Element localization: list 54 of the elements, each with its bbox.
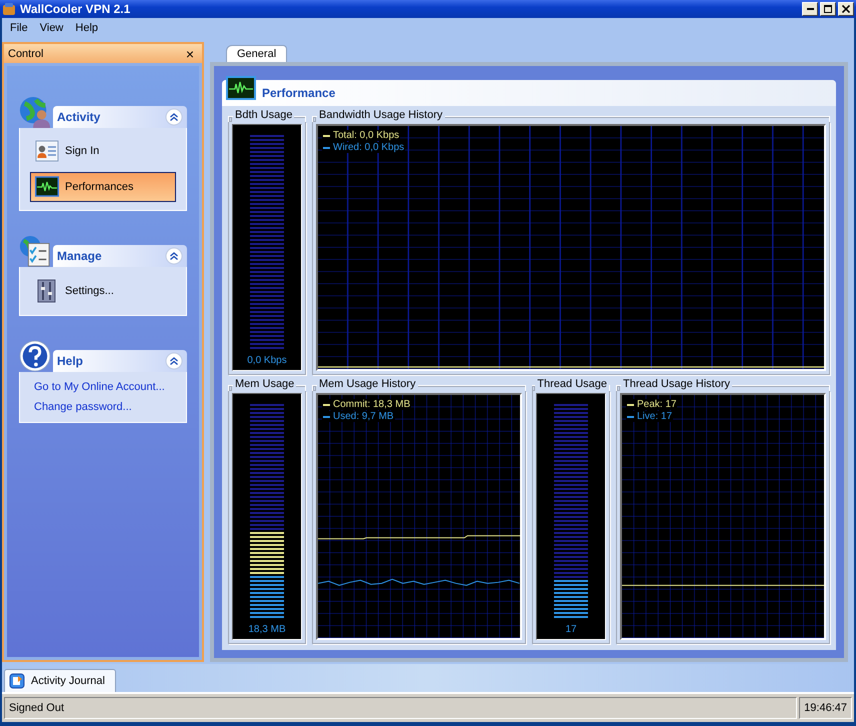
group-box-title: Bandwidth Usage History: [318, 109, 444, 121]
group-header[interactable]: Manage: [53, 245, 187, 267]
group-header[interactable]: Activity: [53, 106, 187, 128]
tab[interactable]: Activity Journal: [4, 669, 116, 692]
window-title: WallCooler VPN 2.1: [20, 2, 132, 16]
app-icon: [2, 2, 16, 16]
minimize-button[interactable]: [802, 2, 818, 16]
close-button[interactable]: [838, 2, 854, 16]
legend-label: Used: 9,7 MB: [333, 411, 394, 422]
menu-item[interactable]: File: [4, 20, 34, 36]
legend-label: Wired: 0,0 Kbps: [333, 142, 404, 153]
group-box-title: Mem Usage History: [318, 378, 417, 390]
journal-icon: [9, 673, 25, 689]
legend-label: Total: 0,0 Kbps: [333, 130, 400, 141]
collapse-icon[interactable]: [165, 108, 183, 126]
panel-title: Control: [8, 48, 44, 60]
group-title: Help: [57, 354, 84, 368]
task-label: Performances: [65, 181, 134, 193]
group-box-title: Thread Usage History: [622, 378, 731, 390]
performance-monitor-icon: [35, 176, 59, 198]
tab[interactable]: General: [226, 45, 288, 62]
menu-item[interactable]: Help: [69, 20, 104, 36]
legend-label: Live: 17: [637, 411, 672, 422]
task-label: Settings...: [65, 285, 114, 297]
group-header[interactable]: Help: [53, 350, 187, 372]
link[interactable]: Change password...: [30, 400, 136, 414]
maximize-icon: [824, 5, 832, 13]
legend-label: Commit: 18,3 MB: [333, 399, 410, 410]
globe-person-icon: [19, 96, 51, 128]
minimize-icon: [806, 8, 814, 10]
maximize-button[interactable]: [820, 2, 836, 16]
task-item[interactable]: Performances: [30, 172, 176, 202]
meter-reading: 0,0 Kbps: [247, 355, 287, 366]
meter-reading: 17: [565, 624, 577, 635]
collapse-icon[interactable]: [165, 247, 183, 265]
group-box-title: Mem Usage: [234, 378, 296, 390]
group-box-title: Bdth Usage: [234, 109, 294, 121]
menu-item[interactable]: View: [34, 20, 70, 36]
collapse-icon[interactable]: [165, 352, 183, 370]
performance-monitor-icon: [226, 76, 256, 100]
group-title: Activity: [57, 110, 102, 124]
task-item[interactable]: Sign In: [30, 136, 176, 166]
status-text: Signed Out: [4, 697, 798, 719]
group-box-title: Thread Usage: [536, 378, 608, 390]
meter-reading: 18,3 MB: [248, 624, 286, 635]
close-button[interactable]: ×: [186, 46, 194, 60]
card-title: Performance: [262, 86, 336, 100]
id-card-icon: [35, 140, 59, 162]
task-label: Sign In: [65, 145, 100, 157]
group-title: Manage: [57, 249, 103, 263]
status-clock: 19:46:47: [799, 697, 852, 719]
link[interactable]: Go to My Online Account...: [30, 380, 169, 394]
close-icon: [842, 5, 850, 13]
legend-label: Peak: 17: [637, 399, 676, 410]
